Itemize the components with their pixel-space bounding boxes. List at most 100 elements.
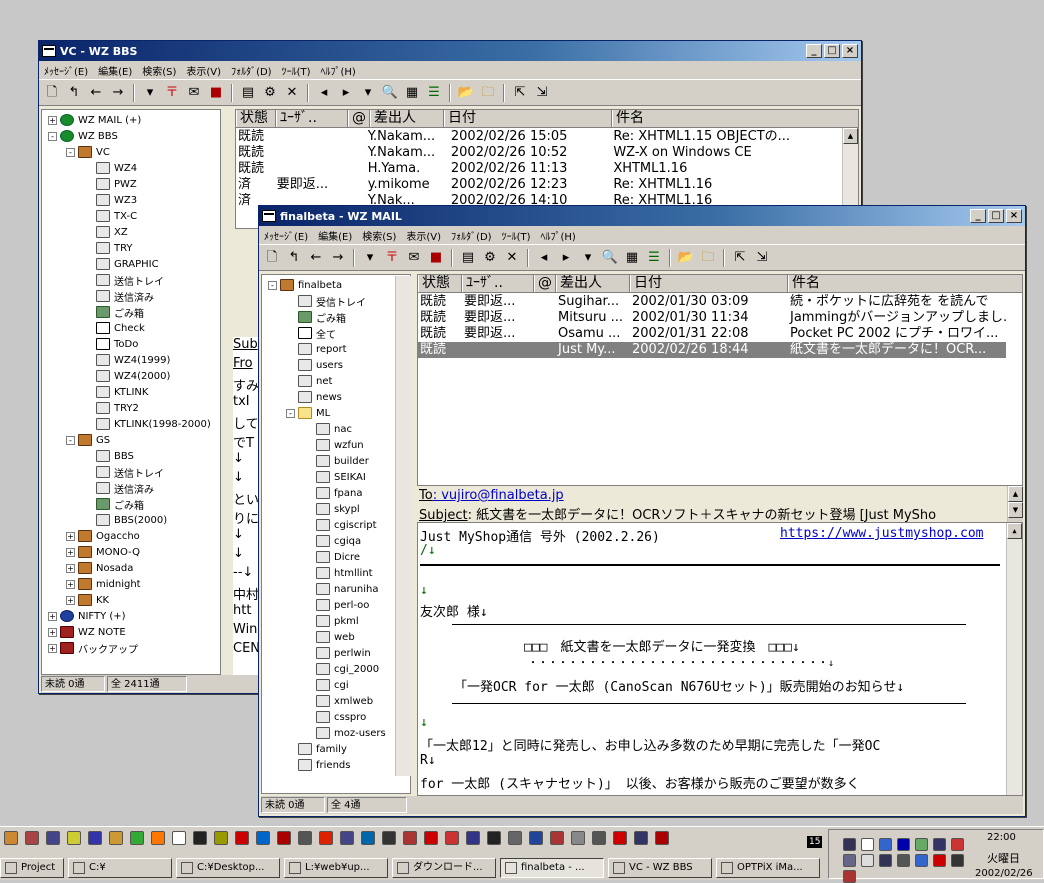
tree-item[interactable]: ごみ箱 <box>286 309 346 325</box>
tree-item[interactable]: csspro <box>304 709 366 725</box>
document-icon[interactable]: ▤ <box>238 83 258 103</box>
tray-icon[interactable] <box>933 838 946 851</box>
tree-item[interactable]: nac <box>304 421 352 437</box>
tree-item[interactable]: 送信トレイ <box>84 464 164 480</box>
taskbar-button[interactable]: L:¥web¥up... <box>284 858 388 878</box>
clock-time[interactable]: 22:00 <box>987 832 1016 843</box>
column-header-5[interactable]: 件名 <box>612 110 858 127</box>
menu-item-2[interactable]: 検索(S) <box>137 63 181 78</box>
tray-icon[interactable] <box>951 838 964 851</box>
expand-toggle-icon[interactable]: + <box>66 547 75 557</box>
tray-icon[interactable] <box>843 838 856 851</box>
tray-icon[interactable] <box>879 838 892 851</box>
tree-item[interactable]: 送信済み <box>84 480 154 496</box>
tree-item[interactable]: - ML <box>286 405 330 421</box>
tree-item[interactable]: + バックアップ <box>48 640 138 656</box>
tray-icon[interactable] <box>897 838 910 851</box>
forward-icon[interactable]: → <box>108 83 128 103</box>
tree-item[interactable]: + NIFTY (+) <box>48 608 126 624</box>
search-icon[interactable]: 🔍 <box>380 83 400 103</box>
tree-item[interactable]: 全て <box>286 325 336 341</box>
quick-launch-icon[interactable] <box>25 831 39 845</box>
tree-item[interactable]: KTLINK(1998-2000) <box>84 416 211 432</box>
grid-icon[interactable]: ▦ <box>622 248 642 268</box>
tree-item[interactable]: cgi_2000 <box>304 661 379 677</box>
message-row[interactable]: 既読 Y.Nakam... 2002/02/26 10:52 WZ-X on Wind… <box>236 145 824 161</box>
expand-toggle-icon[interactable]: + <box>66 579 75 589</box>
prev-icon[interactable]: ◂ <box>534 248 554 268</box>
delete-icon[interactable]: ✕ <box>282 83 302 103</box>
tree-item[interactable]: net <box>286 373 332 389</box>
quick-launch-icon[interactable] <box>109 831 123 845</box>
grid-icon[interactable]: ▦ <box>402 83 422 103</box>
expand-toggle-icon[interactable]: + <box>48 115 57 125</box>
tree-item[interactable]: family <box>286 741 347 757</box>
taskbar-button[interactable]: finalbeta - ... <box>500 858 604 878</box>
quick-launch-icon[interactable] <box>214 831 228 845</box>
taskbar-button[interactable]: VC - WZ BBS <box>608 858 712 878</box>
expand-toggle-icon[interactable]: + <box>66 563 75 573</box>
quick-launch-icon[interactable] <box>4 831 18 845</box>
forward-icon[interactable]: → <box>328 248 348 268</box>
tray-icon[interactable] <box>915 838 928 851</box>
quick-launch-icon[interactable] <box>445 831 459 845</box>
tree-item[interactable]: naruniha <box>304 581 379 597</box>
prev-icon[interactable]: ◂ <box>314 83 334 103</box>
trash-icon[interactable]: ■ <box>206 83 226 103</box>
tree-item[interactable]: XZ <box>84 224 128 240</box>
tree-item[interactable]: wzfun <box>304 437 364 453</box>
shop-link[interactable]: https://www.justmyshop.com <box>780 526 984 541</box>
tree-item[interactable]: ごみ箱 <box>84 304 144 320</box>
body-scrollbar[interactable]: ▲ <box>1006 523 1022 795</box>
quick-launch-icon[interactable] <box>235 831 249 845</box>
tray-icon[interactable] <box>843 870 856 883</box>
column-header-1[interactable]: ﾕｰｻﾞ.. <box>276 110 348 127</box>
tree-item[interactable]: Check <box>84 320 145 336</box>
tree-item[interactable]: BBS(2000) <box>84 512 167 528</box>
tree-item[interactable]: - WZ BBS <box>48 128 118 144</box>
tree-item[interactable]: 受信トレイ <box>286 293 366 309</box>
trash-icon[interactable]: ■ <box>426 248 446 268</box>
next-icon[interactable]: ▸ <box>336 83 356 103</box>
tree-item[interactable]: SEIKAI <box>304 469 366 485</box>
quick-launch-icon[interactable] <box>193 831 207 845</box>
quick-launch-icon[interactable] <box>340 831 354 845</box>
expand-toggle-icon[interactable]: - <box>48 131 57 141</box>
delete-icon[interactable]: ✕ <box>502 248 522 268</box>
mark-icon[interactable]: 〒 <box>162 83 182 103</box>
quick-launch-icon[interactable] <box>88 831 102 845</box>
tree-item[interactable]: GRAPHIC <box>84 256 159 272</box>
expand-toggle-icon[interactable]: - <box>268 280 277 290</box>
expand-toggle-icon[interactable]: - <box>66 147 75 157</box>
document-icon[interactable]: ▤ <box>458 248 478 268</box>
tray-icon[interactable] <box>933 854 946 867</box>
attach-icon[interactable]: ✉ <box>184 83 204 103</box>
menu-item-3[interactable]: 表示(V) <box>181 63 226 78</box>
close-button[interactable]: × <box>1006 209 1022 223</box>
quick-launch-icon[interactable] <box>550 831 564 845</box>
quick-launch-icon[interactable] <box>319 831 333 845</box>
mail-list-header[interactable]: 状態 ﾕｰｻﾞ.. @ 差出人 日付 件名 <box>418 275 1022 293</box>
tree-item[interactable]: Dicre <box>304 549 360 565</box>
tree-item[interactable]: WZ4(2000) <box>84 368 170 384</box>
tree-item[interactable]: news <box>286 389 342 405</box>
tree-item[interactable]: fpana <box>304 485 362 501</box>
search-icon[interactable]: 🔍 <box>600 248 620 268</box>
tree-item[interactable]: BBS <box>84 448 134 464</box>
menu-item-5[interactable]: ﾂｰﾙ(T) <box>497 228 536 243</box>
settings-icon[interactable]: ⚙ <box>480 248 500 268</box>
vc-folder-tree[interactable]: + WZ MAIL (+) - WZ BBS - VC WZ4 PWZ WZ3 TX-C XZ TRY… <box>41 109 221 675</box>
message-row[interactable]: 既読 要即返... Sugihar... 2002/01/30 03:09 続・ポケット… <box>418 294 1006 310</box>
vc-title-bar[interactable]: VC - WZ BBS _ □ × <box>39 41 861 61</box>
expand-toggle-icon[interactable]: + <box>48 643 57 653</box>
quick-launch-icon[interactable] <box>487 831 501 845</box>
column-header-0[interactable]: 状態 <box>418 275 462 292</box>
mail-title-bar[interactable]: finalbeta - WZ MAIL _ □ × <box>259 206 1025 226</box>
tree-item[interactable]: users <box>286 357 343 373</box>
tree-icon[interactable]: ☰ <box>424 83 444 103</box>
mail-message-list[interactable]: 状態 ﾕｰｻﾞ.. @ 差出人 日付 件名 既読 要即返... Sugihar... 2002/… <box>417 274 1023 486</box>
quick-launch-icon[interactable] <box>172 831 186 845</box>
mail-folder-tree[interactable]: - finalbeta 受信トレイ ごみ箱 全て report users net news - M… <box>261 274 411 794</box>
tree-item[interactable]: report <box>286 341 347 357</box>
dropdown-icon[interactable]: ▾ <box>360 248 380 268</box>
